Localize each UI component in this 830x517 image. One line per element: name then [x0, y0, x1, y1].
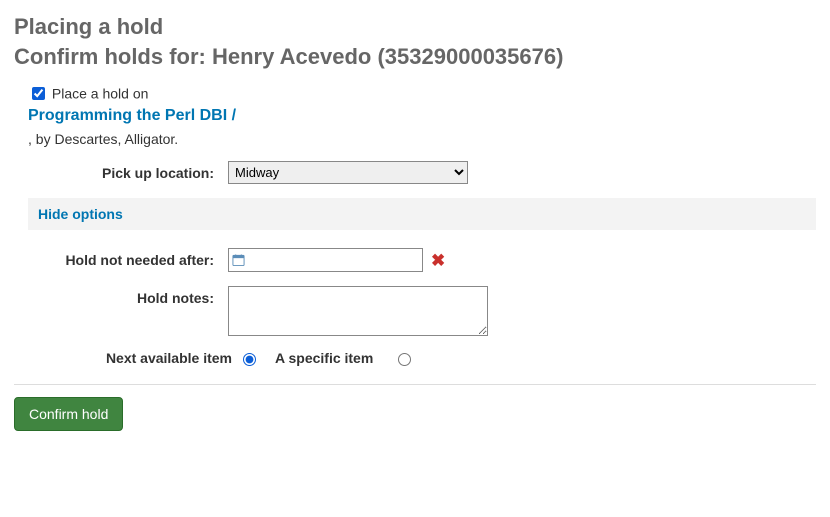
- pickup-location-label: Pick up location:: [28, 161, 228, 181]
- clear-date-icon[interactable]: ✖: [431, 252, 445, 269]
- divider: [14, 384, 816, 385]
- specific-item-label: A specific item: [275, 350, 373, 366]
- subtitle-prefix: Confirm holds for:: [14, 44, 212, 69]
- page-title: Placing a hold: [14, 14, 816, 40]
- not-needed-after-label: Hold not needed after:: [28, 248, 228, 268]
- item-byline: , by Descartes, Alligator.: [28, 131, 816, 147]
- specific-item-radio[interactable]: [398, 353, 411, 366]
- next-available-label: Next available item: [28, 350, 238, 366]
- confirm-holds-subtitle: Confirm holds for: Henry Acevedo (353290…: [14, 44, 816, 70]
- options-toggle-bar: Hide options: [28, 198, 816, 230]
- hide-options-link[interactable]: Hide options: [38, 206, 123, 222]
- item-title-link[interactable]: Programming the Perl DBI /: [28, 107, 816, 125]
- pickup-location-select[interactable]: Midway: [228, 161, 468, 184]
- confirm-hold-button[interactable]: Confirm hold: [14, 397, 123, 431]
- place-hold-label: Place a hold on: [52, 86, 149, 102]
- patron-name: Henry Acevedo: [212, 44, 371, 69]
- calendar-icon[interactable]: [232, 254, 245, 267]
- hold-notes-label: Hold notes:: [28, 286, 228, 306]
- next-available-radio[interactable]: [243, 353, 256, 366]
- place-hold-checkbox[interactable]: [32, 87, 45, 100]
- hold-notes-textarea[interactable]: [228, 286, 488, 336]
- patron-card: (35329000035676): [377, 44, 563, 69]
- not-needed-after-input[interactable]: [228, 248, 423, 272]
- hold-form: Place a hold on Programming the Perl DBI…: [14, 84, 816, 366]
